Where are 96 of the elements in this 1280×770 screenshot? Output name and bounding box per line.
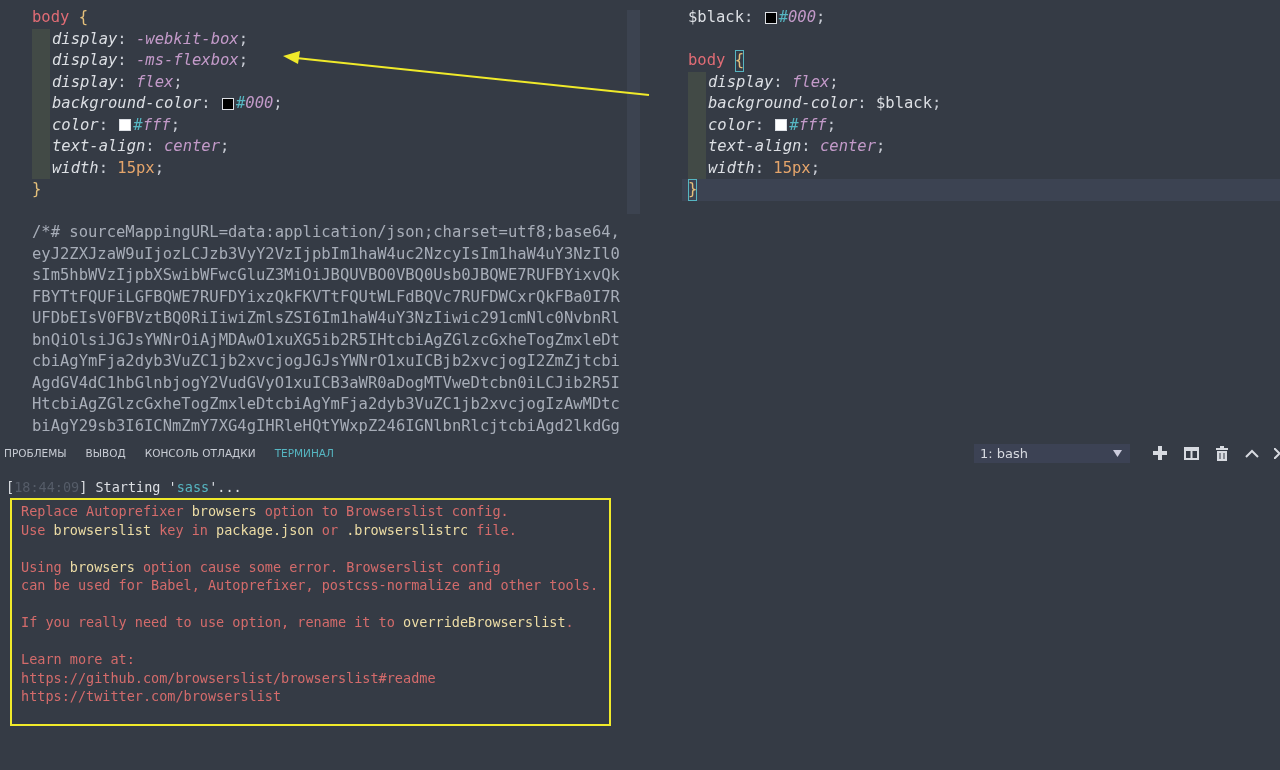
- comment-text: sIm5hbWVzIjpbXSwibWFwcGluZ3MiOiJBQUVBO0VBQ0Usb0JBQWE7RUFBYixvQk: [32, 265, 620, 286]
- punctuation: ;: [220, 136, 230, 157]
- punctuation: :: [754, 114, 765, 136]
- punctuation: ;: [238, 28, 248, 50]
- hash-sign: #: [236, 93, 246, 114]
- comment-text: biAgY29sb3I6ICNmZmY7XG4gIHRleHQtYWxpZ246IGNlbnRlcjtcbiAgd2lkdGg: [32, 415, 620, 437]
- comment-text: bnQiOlsiJGJsYWNrOiAjMDAwO1xuXG5ib2R5IHtcbiAgZGlzcGxheTogZmxleDt: [32, 329, 620, 351]
- message-line: can be used for Babel, Autoprefixer, postcss-normalize and other tools.: [21, 576, 600, 595]
- value-text: 000: [245, 93, 274, 114]
- punctuation: ;: [273, 93, 283, 114]
- punctuation: :: [98, 157, 109, 179]
- value-text: flex: [136, 71, 174, 93]
- variable-name: $black: [688, 7, 744, 28]
- hash-sign: #: [778, 7, 788, 28]
- matched-brace: {: [734, 50, 744, 72]
- selector-text: body: [32, 7, 70, 28]
- brace-text: }: [32, 179, 42, 200]
- punctuation: :: [754, 157, 765, 179]
- caret-icon: [1113, 449, 1122, 457]
- panel-tab[interactable]: КОНСОЛЬ ОТЛАДКИ: [144, 443, 275, 463]
- comment-text: UFDbEIsV0FBVztBQ0RiIiwiZmlsZSI6Im1haW4uY3NzIiwic291cmNlc0NvbnRl: [32, 308, 620, 329]
- value-text: center: [820, 136, 876, 157]
- punctuation: :: [98, 114, 109, 136]
- terminal-text: '...: [209, 479, 242, 495]
- punctuation: ;: [170, 114, 181, 136]
- comment-text: /*# sourceMappingURL=data:application/json;charset=utf8;base64,: [32, 222, 620, 243]
- punctuation: :: [773, 71, 784, 93]
- chevron-up-icon[interactable]: [1245, 448, 1259, 458]
- punctuation: :: [145, 136, 156, 157]
- punctuation: :: [744, 7, 755, 28]
- value-text: 000: [788, 7, 816, 28]
- comment-text: AgdGV4dC1hbGlnbjogY2VudGVyO1xuICB3aWR0aDogMTVweDtcbn0iLCJib2R5I: [32, 372, 620, 394]
- value-text: center: [164, 136, 220, 157]
- task-name: sass: [176, 479, 210, 495]
- number-value: 15px: [117, 157, 155, 179]
- variable-name: $black: [876, 93, 932, 114]
- punctuation: ;: [173, 71, 183, 93]
- panel-tab[interactable]: ВЫВОД: [85, 443, 145, 463]
- property-name: width: [708, 157, 755, 179]
- message-line: https://twitter.com/browserslist: [21, 687, 283, 706]
- terminal-text: [: [6, 479, 15, 495]
- punctuation: ;: [154, 157, 164, 179]
- brace-text: {: [78, 7, 88, 28]
- comment-text: HtcbiAgZGlzcGxheTogZmxleDtcbiAgYmFja2dyb3VuZC1jb2xvcjogIzAwMDtc: [32, 394, 620, 415]
- message-line: https://github.com/browserslist/browserslist#readme: [21, 668, 437, 687]
- message-line: Using browsers option cause some error. Browserslist config: [21, 557, 502, 576]
- value-text: fff: [798, 114, 827, 136]
- value-text: fff: [142, 114, 171, 136]
- value-text: flex: [792, 71, 830, 93]
- punctuation: ;: [238, 50, 248, 71]
- punctuation: :: [117, 71, 128, 93]
- comment-text: eyJ2ZXJzaW9uIjozLCJzb3VyY2VzIjpbIm1haW4uc2NzcyIsIm1haW4uY3NzIl0: [32, 243, 620, 265]
- punctuation: :: [117, 50, 128, 71]
- close-icon[interactable]: [1274, 447, 1280, 459]
- selector-text: body: [688, 50, 726, 71]
- message-line: Learn more at:: [21, 650, 136, 669]
- punctuation: ;: [876, 136, 886, 157]
- panel-tab[interactable]: ПРОБЛЕМЫ: [4, 443, 86, 463]
- scrollbar[interactable]: [627, 10, 640, 214]
- punctuation: :: [857, 93, 868, 114]
- punctuation: ;: [816, 7, 826, 28]
- value-text: -ms-flexbox: [136, 50, 239, 71]
- plus-icon[interactable]: [1153, 446, 1167, 460]
- punctuation: ;: [826, 114, 837, 136]
- property-name: text-align: [52, 136, 146, 157]
- punctuation: :: [117, 28, 128, 50]
- punctuation: ;: [932, 93, 942, 114]
- split-panel-icon[interactable]: [1184, 446, 1199, 460]
- message-line: If you really need to use option, rename it to overrideBrowserslist.: [21, 613, 575, 632]
- property-name: display: [52, 71, 118, 93]
- property-name: display: [52, 28, 118, 50]
- property-name: display: [52, 50, 118, 71]
- comment-text: cbiAgYmFja2dyb3VuZC1jb2xvcjogJGJsYWNrO1xuICBjb2xvcjogI2ZmZjtcbi: [32, 351, 620, 372]
- matched-brace: }: [688, 179, 698, 201]
- hash-sign: #: [133, 114, 143, 136]
- value-text: -webkit-box: [136, 28, 239, 50]
- panel-tab[interactable]: ТЕРМИНАЛ: [274, 443, 353, 463]
- message-line: Replace Autoprefixer browsers option to Browserslist config.: [21, 502, 510, 521]
- punctuation: :: [801, 136, 812, 157]
- property-name: background-color: [708, 93, 858, 114]
- hash-sign: #: [789, 114, 799, 136]
- property-name: width: [52, 157, 99, 179]
- message-line: Use browserslist key in package.json or .browserslistrc file.: [21, 520, 518, 539]
- punctuation: ;: [829, 71, 839, 93]
- number-value: 15px: [773, 157, 811, 179]
- property-name: color: [52, 114, 99, 136]
- punctuation: :: [201, 93, 212, 114]
- property-name: color: [708, 114, 755, 136]
- punctuation: ;: [810, 157, 820, 179]
- terminal-text: ] Starting ': [79, 479, 177, 495]
- property-name: text-align: [708, 136, 802, 157]
- property-name: display: [708, 71, 774, 93]
- property-name: background-color: [52, 93, 202, 114]
- terminal-dropdown[interactable]: 1: bash: [974, 443, 1130, 463]
- comment-text: FBYTtFQUFiLGFBQWE7RUFDYixzQkFKVTtFQUtWLFdBQVc7RUFDWCxrQkFBa0I7R: [32, 286, 620, 308]
- trash-icon[interactable]: [1216, 445, 1228, 461]
